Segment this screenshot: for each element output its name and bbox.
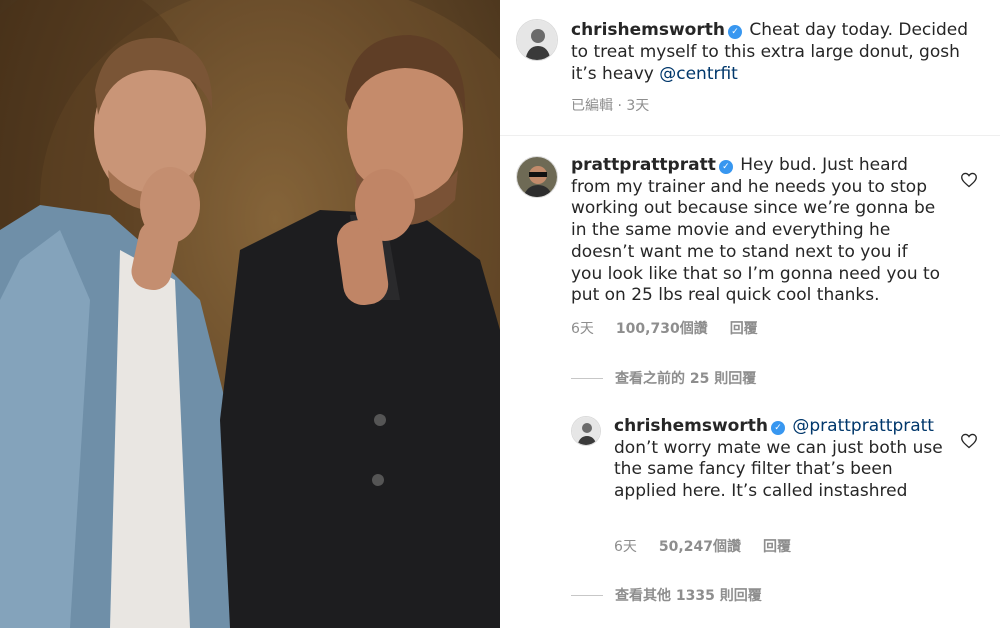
reply-author-username[interactable]: chrishemsworth <box>614 416 768 436</box>
comment-author-username[interactable]: prattprattpratt <box>571 155 716 175</box>
post-photo <box>0 0 500 628</box>
view-other-replies-label: 查看其他 1335 則回覆 <box>615 588 762 604</box>
post-photo-illustration <box>0 0 500 628</box>
post-age[interactable]: 3天 <box>626 98 649 114</box>
view-previous-replies-label: 查看之前的 25 則回覆 <box>615 371 757 387</box>
avatar-image <box>572 417 600 445</box>
reply-likes[interactable]: 50,247個讚 <box>659 536 741 556</box>
verified-badge-icon: ✓ <box>727 25 742 39</box>
avatar[interactable] <box>516 19 558 61</box>
comment-meta: 6天 100,730個讚 回覆 <box>571 318 758 338</box>
avatar-image <box>517 157 557 197</box>
meta-separator: · <box>617 98 622 114</box>
reply-button[interactable]: 回覆 <box>730 318 758 338</box>
divider-line <box>571 377 603 379</box>
caption-mention[interactable]: @centrfit <box>659 64 738 84</box>
post-caption: chrishemsworth ✓ Cheat day today. Decided… <box>500 0 1000 136</box>
view-previous-replies-button[interactable]: 查看之前的 25 則回覆 <box>571 368 756 388</box>
avatar-image <box>517 20 557 60</box>
heart-icon[interactable] <box>960 172 978 188</box>
divider-line <box>571 594 603 596</box>
verified-badge-icon: ✓ <box>770 421 785 435</box>
avatar[interactable] <box>571 416 601 446</box>
view-other-replies-button[interactable]: 查看其他 1335 則回覆 <box>571 585 762 605</box>
reply-mention[interactable]: @prattprattpratt <box>792 416 934 436</box>
avatar[interactable] <box>516 156 558 198</box>
heart-icon[interactable] <box>960 433 978 449</box>
comment-age[interactable]: 6天 <box>571 318 594 338</box>
post-meta: 已編輯 · 3天 <box>571 95 649 115</box>
edited-label: 已編輯 <box>571 98 613 114</box>
verified-badge-icon: ✓ <box>718 160 733 174</box>
caption-text: chrishemsworth ✓ Cheat day today. Decided… <box>571 19 981 85</box>
post-author-username[interactable]: chrishemsworth <box>571 20 725 40</box>
comment-body: Hey bud. Just heard from my trainer and … <box>571 155 941 306</box>
reply-age[interactable]: 6天 <box>614 536 637 556</box>
comment-likes[interactable]: 100,730個讚 <box>616 318 708 338</box>
reply-button[interactable]: 回覆 <box>763 536 791 556</box>
comment-text: prattprattpratt ✓ Hey bud. Just heard fro… <box>571 155 941 307</box>
reply-text: chrishemsworth ✓ @prattprattpratt don’t w… <box>614 416 944 503</box>
reply-body: don’t worry mate we can just both use th… <box>614 437 943 502</box>
reply-meta: 6天 50,247個讚 回覆 <box>614 536 791 556</box>
comments-panel: chrishemsworth ✓ Cheat day today. Decided… <box>500 0 1000 628</box>
